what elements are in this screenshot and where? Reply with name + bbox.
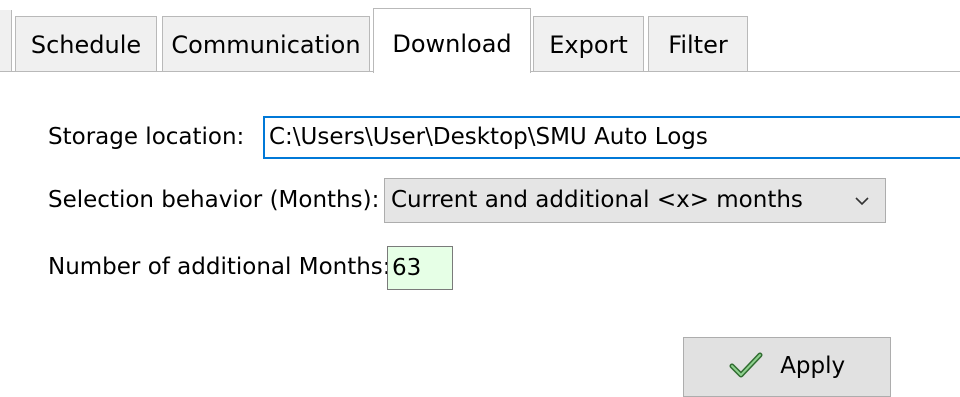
tab-export[interactable]: Export <box>533 16 644 72</box>
check-icon <box>729 352 763 377</box>
selection-behavior-label: Selection behavior (Months): <box>48 187 380 213</box>
tab-download[interactable]: Download <box>373 8 531 73</box>
apply-button-label: Apply <box>780 353 846 379</box>
storage-location-label: Storage location: <box>48 124 245 150</box>
storage-location-input[interactable]: C:\Users\User\Desktop\SMU Auto Logs <box>263 116 960 159</box>
additional-months-input[interactable]: 63 <box>387 246 453 290</box>
tab-filter[interactable]: Filter <box>648 16 748 72</box>
tab-strip-left-edge <box>0 10 12 72</box>
tab-schedule[interactable]: Schedule <box>15 16 157 72</box>
additional-months-label: Number of additional Months: <box>48 254 391 280</box>
chevron-down-icon[interactable] <box>855 194 869 208</box>
apply-button[interactable]: Apply <box>683 337 891 397</box>
selection-behavior-select[interactable]: Current and additional <x> months <box>384 178 886 223</box>
tab-communication[interactable]: Communication <box>162 16 370 72</box>
selection-behavior-value: Current and additional <x> months <box>391 187 803 213</box>
tab-strip: Schedule Communication Download Export F… <box>0 0 960 73</box>
